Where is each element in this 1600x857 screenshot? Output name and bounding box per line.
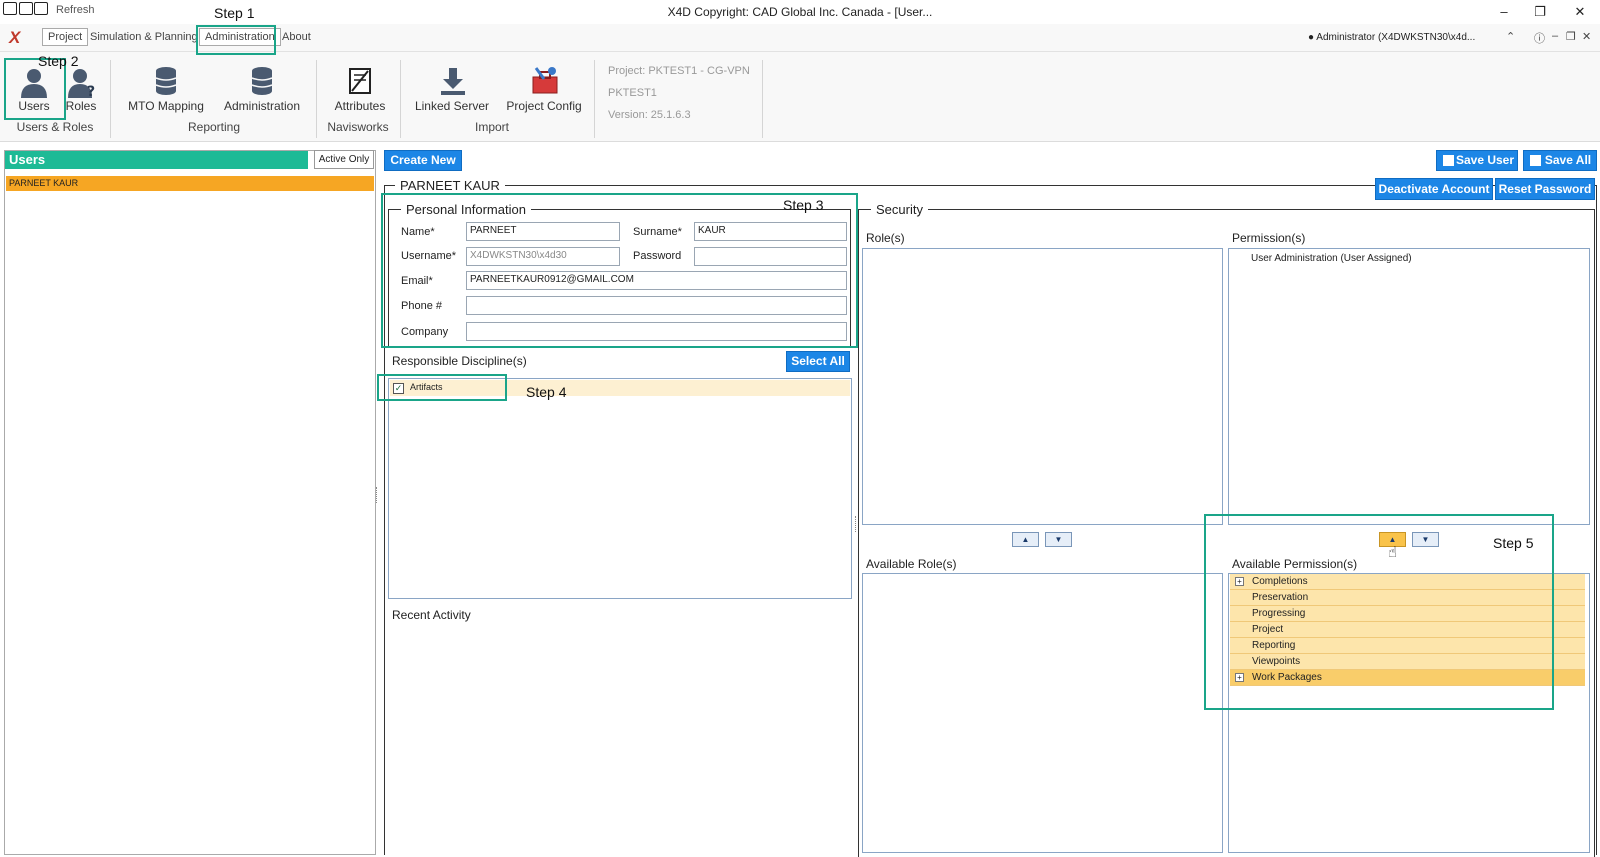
save-all-icon: [1530, 155, 1541, 166]
app-logo: X: [9, 28, 21, 47]
step4-label: Step 4: [526, 384, 567, 400]
user-detail-title: PARNEET KAUR: [395, 178, 505, 193]
project-version: Version: 25.1.6.3: [608, 109, 691, 121]
document-edit-icon: [349, 68, 371, 94]
doc-minimize-icon[interactable]: –: [1552, 30, 1558, 42]
users-roles-group-label: Users & Roles: [16, 120, 94, 134]
current-user: ● Administrator (X4DWKSTN30\x4d...: [1308, 32, 1476, 43]
window-title: X4D Copyright: CAD Global Inc. Canada - …: [667, 5, 933, 19]
disciplines-list: ✓ Artifacts: [388, 378, 852, 599]
active-only-button[interactable]: Active Only: [314, 150, 374, 169]
help-icon[interactable]: ⓘ: [1534, 30, 1545, 46]
minimize-button[interactable]: –: [1494, 3, 1514, 21]
window-icon[interactable]: [19, 2, 33, 15]
doc-close-icon[interactable]: ✕: [1582, 30, 1591, 43]
maximize-button[interactable]: ❐: [1530, 3, 1550, 21]
step3-highlight: [381, 193, 858, 348]
doc-restore-icon[interactable]: ❐: [1566, 30, 1576, 43]
ribbon: Users ? Roles Users & Roles MTO Mapping …: [0, 52, 1600, 142]
ribbon-separator: [400, 60, 401, 138]
project-config-button[interactable]: Project Config: [500, 56, 588, 116]
project-line: Project: PKTEST1 - CG-VPN: [608, 65, 750, 77]
linked-server-button[interactable]: Linked Server: [410, 56, 494, 116]
roles-label: Role(s): [866, 231, 905, 245]
menu-simulation-planning[interactable]: Simulation & Planning: [90, 31, 198, 43]
ribbon-separator: [762, 60, 763, 138]
save-icon: [1443, 155, 1454, 166]
toolbox-icon: [532, 67, 558, 94]
menu-project[interactable]: Project: [42, 28, 89, 46]
import-group-label: Import: [474, 120, 509, 134]
deactivate-account-button[interactable]: Deactivate Account: [1375, 178, 1493, 200]
step2-label: Step 2: [38, 53, 79, 69]
users-panel-header: Users: [5, 151, 308, 169]
select-all-button[interactable]: Select All: [786, 351, 850, 372]
database-icon: [155, 67, 177, 95]
mto-mapping-button[interactable]: MTO Mapping: [122, 56, 210, 116]
ribbon-separator: [594, 60, 595, 138]
assigned-roles-list: [862, 248, 1223, 525]
security-legend: Security: [871, 202, 928, 217]
attributes-button[interactable]: Attributes: [326, 56, 394, 116]
recent-activity-label: Recent Activity: [392, 608, 471, 622]
ribbon-separator: [316, 60, 317, 138]
administration-ribbon-button[interactable]: Administration: [218, 56, 306, 116]
navisworks-group-label: Navisworks: [327, 120, 389, 134]
project-info: Project: PKTEST1 - CG-VPN PKTEST1 Versio…: [608, 65, 750, 131]
responsible-disciplines-label: Responsible Discipline(s): [392, 354, 527, 368]
close-button[interactable]: ✕: [1570, 3, 1590, 21]
reporting-group-label: Reporting: [187, 120, 241, 134]
user-list-item[interactable]: PARNEET KAUR: [6, 176, 374, 191]
available-roles-list: [862, 573, 1223, 853]
step1-label: Step 1: [214, 5, 255, 21]
project-code: PKTEST1: [608, 87, 657, 99]
permissions-label: Permission(s): [1232, 231, 1306, 245]
save-user-button[interactable]: Save User: [1436, 150, 1518, 171]
available-roles-label: Available Role(s): [866, 557, 957, 571]
save-all-button[interactable]: Save All: [1523, 150, 1597, 171]
refresh-button[interactable]: Refresh: [56, 4, 95, 16]
splitter-handle[interactable]: [376, 487, 380, 503]
step3-label: Step 3: [783, 197, 824, 213]
step1-highlight: [196, 25, 276, 55]
menu-about[interactable]: About: [282, 31, 311, 43]
edit-icon[interactable]: [34, 2, 48, 15]
ribbon-separator: [110, 60, 111, 138]
role-remove-down-button[interactable]: ▼: [1045, 532, 1072, 547]
camera-icon[interactable]: [3, 2, 17, 15]
assigned-permissions-list: User Administration (User Assigned): [1228, 248, 1590, 525]
permission-item[interactable]: User Administration (User Assigned): [1251, 253, 1412, 264]
role-add-up-button[interactable]: ▲: [1012, 532, 1039, 547]
reset-password-button[interactable]: Reset Password: [1495, 178, 1595, 200]
step4-highlight: [377, 374, 507, 401]
users-panel: Users Active Only PARNEET KAUR: [4, 150, 376, 855]
user-question-icon: ?: [68, 69, 95, 98]
svg-text:?: ?: [87, 84, 95, 98]
database-icon: [251, 67, 273, 95]
collapse-ribbon-icon[interactable]: ⌃: [1506, 30, 1515, 43]
create-new-button[interactable]: Create New: [384, 150, 462, 171]
step5-label: Step 5: [1493, 535, 1534, 551]
download-icon: [441, 68, 465, 95]
user-icon: ●: [1308, 32, 1315, 43]
